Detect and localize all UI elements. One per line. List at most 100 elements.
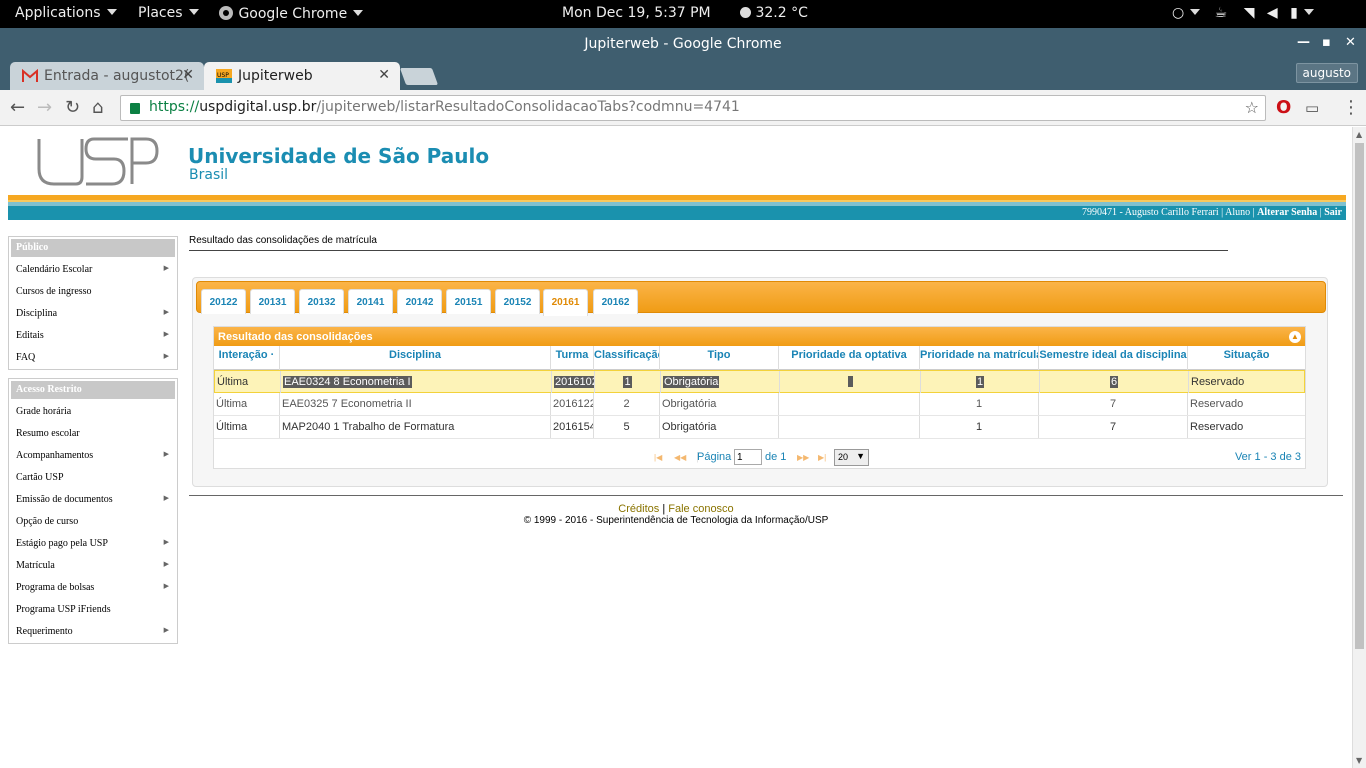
menu-item-ifriends[interactable]: Programa USP iFriends (9, 599, 177, 621)
menu-item-requerimento[interactable]: Requerimento ▶ (9, 621, 177, 643)
minimize-icon[interactable]: — (1297, 35, 1310, 50)
menu-item-faq[interactable]: FAQ ▶ (9, 347, 177, 369)
tab-gmail[interactable]: Entrada - augustot2( ✕ (10, 62, 204, 90)
maximize-icon[interactable]: ▪ (1322, 35, 1331, 50)
tab-20152[interactable]: 20152 (495, 289, 540, 314)
cell-text: EAE0324 8 Econometria I (283, 376, 412, 388)
tab-label: Entrada - augustot2( (44, 68, 190, 84)
col-tipo[interactable]: Tipo (660, 346, 779, 370)
opera-icon[interactable]: O (1276, 97, 1291, 118)
cell-text: Obrigatória (663, 376, 720, 388)
cell-classificacao: 2 (594, 393, 660, 415)
submenu-arrow-icon: ▶ (163, 626, 169, 634)
chrome-menu-icon[interactable]: ⋮ (1342, 97, 1360, 118)
url-scheme: https:// (149, 99, 200, 115)
cast-icon[interactable]: ▭ (1305, 99, 1319, 117)
app-menu[interactable]: Google Chrome (218, 5, 364, 22)
cell-interacao: Última (214, 393, 280, 415)
app-name-label: Google Chrome (238, 6, 348, 22)
close-window-icon[interactable]: ✕ (1345, 35, 1356, 50)
cell-text (847, 376, 853, 387)
prev-page-icon[interactable]: ◀◀ (674, 453, 686, 462)
tab-20122[interactable]: 20122 (201, 289, 246, 314)
col-semestre-ideal[interactable]: Semestre ideal da disciplina (1039, 346, 1188, 370)
change-password-link[interactable]: Alterar Senha (1257, 207, 1317, 218)
chevron-down-icon (1190, 9, 1201, 15)
clock[interactable]: Mon Dec 19, 5:37 PM (562, 5, 711, 21)
menu-item-label: Estágio pago pela USP (16, 538, 108, 549)
col-classificacao[interactable]: Classificação (594, 346, 660, 370)
cell-text: 1 (623, 376, 632, 388)
scroll-up-icon[interactable]: ▲ (1356, 130, 1362, 139)
menu-item-bolsas[interactable]: Programa de bolsas ▶ (9, 577, 177, 599)
first-page-icon[interactable]: |◀ (654, 453, 662, 462)
vertical-scrollbar[interactable]: ▲ ▼ (1352, 127, 1366, 768)
menu-item-acompanhamentos[interactable]: Acompanhamentos ▶ (9, 445, 177, 467)
scroll-thumb[interactable] (1355, 143, 1364, 649)
back-icon[interactable]: ← (10, 97, 25, 118)
tab-20151[interactable]: 20151 (446, 289, 491, 314)
reload-icon[interactable]: ↻ (65, 97, 80, 118)
bookmark-star-icon[interactable]: ☆ (1245, 98, 1259, 117)
col-disciplina[interactable]: Disciplina (280, 346, 551, 370)
menu-item-grade[interactable]: Grade horária (9, 401, 177, 423)
menu-item-label: Calendário Escolar (16, 264, 93, 275)
credits-link[interactable]: Créditos (618, 503, 659, 515)
status-indicators[interactable]: ○ ☕ ◥ ◀ ▮ (1172, 5, 1314, 21)
tab-20162[interactable]: 20162 (593, 289, 638, 314)
scroll-down-icon[interactable]: ▼ (1356, 756, 1362, 765)
page-number-input[interactable] (734, 449, 762, 465)
tab-20142[interactable]: 20142 (397, 289, 442, 314)
menu-item-label: Cursos de ingresso (16, 286, 92, 297)
menu-item-cartao[interactable]: Cartão USP (9, 467, 177, 489)
col-turma[interactable]: Turma (551, 346, 594, 370)
menu-item-estagio[interactable]: Estágio pago pela USP ▶ (9, 533, 177, 555)
menu-item-matricula[interactable]: Matrícula ▶ (9, 555, 177, 577)
menu-item-cursos[interactable]: Cursos de ingresso (9, 281, 177, 303)
table-row[interactable]: Última MAP2040 1 Trabalho de Formatura 2… (214, 416, 1305, 439)
next-page-icon[interactable]: ▶▶ (797, 453, 809, 462)
cell-semestre-ideal: 7 (1039, 393, 1188, 415)
col-prioridade-optativa[interactable]: Prioridade da optativa (779, 346, 920, 370)
cell-prioridade-matricula: 1 (920, 416, 1039, 438)
cell-tipo: Obrigatória (660, 393, 779, 415)
submenu-arrow-icon: ▶ (163, 560, 169, 568)
page-size-select[interactable]: 20 ▼ (834, 449, 869, 466)
tab-20161[interactable]: 20161 (543, 289, 588, 316)
last-page-icon[interactable]: ▶| (818, 453, 826, 462)
tab-20141[interactable]: 20141 (348, 289, 393, 314)
forward-icon[interactable]: → (37, 97, 52, 118)
col-prioridade-matricula[interactable]: Prioridade na matrícula (920, 346, 1039, 370)
menu-item-resumo[interactable]: Resumo escolar (9, 423, 177, 445)
close-tab-icon[interactable]: ✕ (182, 67, 194, 83)
profile-button[interactable]: augusto (1295, 63, 1358, 83)
contact-link[interactable]: Fale conosco (668, 503, 733, 515)
public-menu: Público Calendário Escolar ▶ Cursos de in… (8, 236, 178, 370)
table-row[interactable]: Última EAE0325 7 Econometria II 2016122 … (214, 393, 1305, 416)
temperature-indicator[interactable]: 32.2 °C (740, 5, 808, 21)
table-row[interactable]: Última EAE0324 8 Econometria I 2016102 1… (214, 370, 1305, 393)
close-tab-icon[interactable]: ✕ (378, 67, 390, 83)
tab-20131[interactable]: 20131 (250, 289, 295, 314)
svg-text:USP: USP (217, 72, 229, 79)
collapse-icon[interactable]: ▲ (1289, 331, 1301, 343)
col-interacao[interactable]: Interação · (214, 346, 280, 370)
submenu-arrow-icon: ▶ (163, 308, 169, 316)
address-bar[interactable]: https://uspdigital.usp.br/jupiterweb/lis… (120, 95, 1266, 121)
cell-tipo: Obrigatória (660, 416, 779, 438)
menu-item-editais[interactable]: Editais ▶ (9, 325, 177, 347)
grid-pager: |◀ ◀◀ | Página de 1 ▶▶ ▶| 20▼ Ver 1 - 3 … (214, 446, 1305, 468)
places-menu[interactable]: Places (138, 5, 199, 21)
logout-link[interactable]: Sair (1324, 207, 1342, 218)
tab-20132[interactable]: 20132 (299, 289, 344, 314)
applications-menu[interactable]: Applications (15, 5, 117, 21)
home-icon[interactable]: ⌂ (92, 97, 103, 118)
menu-item-label: Matrícula (16, 560, 55, 571)
col-situacao[interactable]: Situação (1188, 346, 1305, 370)
tab-jupiterweb[interactable]: USP Jupiterweb ✕ (204, 62, 400, 90)
menu-item-disciplina[interactable]: Disciplina ▶ (9, 303, 177, 325)
new-tab-button[interactable] (399, 68, 439, 85)
menu-item-calendario[interactable]: Calendário Escolar ▶ (9, 259, 177, 281)
menu-item-label: Grade horária (16, 406, 72, 417)
temperature-label: 32.2 °C (755, 5, 808, 21)
